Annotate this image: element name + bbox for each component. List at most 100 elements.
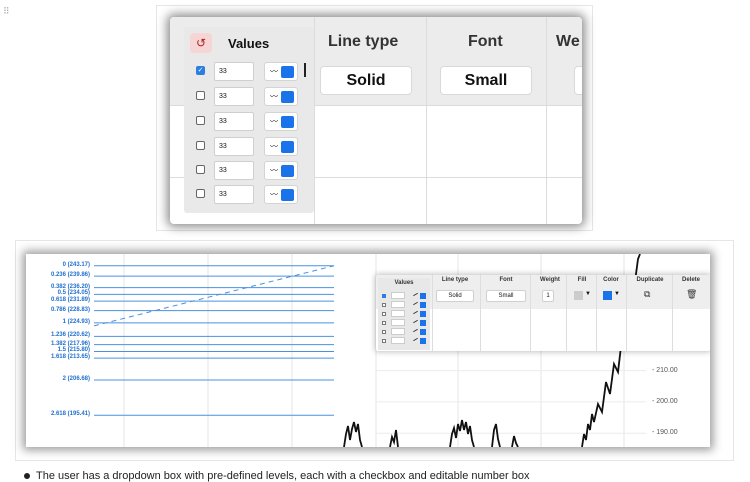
level-checkbox[interactable] <box>382 294 386 298</box>
fib-settings-panel: Values Line type Solid Font Small Weight… <box>376 275 710 351</box>
trash-icon[interactable]: 🗑 <box>686 289 697 300</box>
fib-level-label: 1.618 (213.65) <box>50 354 90 361</box>
value-row: 33 〰 <box>194 137 306 157</box>
line-style-button[interactable]: 〰 <box>264 87 298 106</box>
color-swatch <box>281 189 294 201</box>
color-swatch[interactable] <box>420 320 426 326</box>
line-style-icon <box>413 301 418 306</box>
color-swatch <box>281 165 294 177</box>
mini-line-type-select[interactable]: Solid <box>436 290 474 302</box>
line-style-button[interactable]: 〰 <box>264 112 298 131</box>
fib-settings-zoomed: ↺ Values ✓ 33 〰 33 〰 33 〰 33 〰 33 〰 33 〰… <box>170 17 582 224</box>
color-swatch <box>281 91 294 103</box>
level-value-input[interactable] <box>391 301 405 308</box>
line-style-button[interactable]: 〰 <box>264 161 298 180</box>
fib-level-label: 1 (224.93) <box>62 318 90 325</box>
fib-level-label: 1.382 (217.96) <box>50 340 90 347</box>
mini-weight-header: Weight <box>540 277 560 283</box>
chevron-down-icon[interactable]: ▼ <box>585 291 591 297</box>
color-swatch[interactable] <box>420 311 426 317</box>
level-value-input[interactable]: 33 <box>214 161 254 180</box>
level-checkbox[interactable] <box>196 91 205 100</box>
fib-level-label: 1.236 (220.62) <box>50 332 90 339</box>
level-checkbox[interactable] <box>382 312 386 316</box>
line-type-select[interactable]: Solid <box>320 66 412 95</box>
values-title: Values <box>228 36 270 51</box>
bullet-icon <box>24 473 30 479</box>
font-select[interactable]: Small <box>440 66 532 95</box>
level-checkbox[interactable] <box>382 339 386 343</box>
values-panel: ↺ Values ✓ 33 〰 33 〰 33 〰 33 〰 33 〰 33 〰 <box>184 27 314 213</box>
level-checkbox[interactable] <box>382 330 386 334</box>
price-tick-label: - 190.00 <box>652 429 678 437</box>
value-row: 33 〰 <box>194 87 306 107</box>
level-checkbox[interactable] <box>382 303 386 307</box>
line-style-icon: 〰 <box>270 190 278 199</box>
level-checkbox[interactable] <box>382 321 386 325</box>
price-line-segment <box>389 429 399 447</box>
line-style-button[interactable]: 〰 <box>264 137 298 156</box>
mini-value-row <box>382 310 428 318</box>
line-style-icon <box>413 310 418 315</box>
level-value-input[interactable]: 33 <box>214 112 254 131</box>
mini-weight-input[interactable]: 1 <box>542 290 554 302</box>
price-line-segment <box>343 421 363 447</box>
fill-swatch[interactable] <box>574 291 583 300</box>
color-swatch[interactable] <box>420 302 426 308</box>
mini-value-row <box>382 301 428 309</box>
mini-color-header: Color <box>603 277 619 283</box>
mini-duplicate-header: Duplicate <box>636 277 664 283</box>
color-swatch[interactable] <box>420 329 426 335</box>
chevron-down-icon[interactable]: ▼ <box>614 291 620 297</box>
line-style-button[interactable]: 〰 <box>264 62 298 81</box>
fib-level-label: 0.236 (239.86) <box>50 272 90 279</box>
level-checkbox[interactable] <box>196 141 205 150</box>
mini-values-panel: Values <box>378 278 430 350</box>
level-value-input[interactable]: 33 <box>214 137 254 156</box>
drag-handle-icon[interactable]: ⠿ <box>3 7 10 16</box>
level-value-input[interactable] <box>391 292 405 299</box>
mini-line-type-header: Line type <box>441 277 469 283</box>
level-value-input[interactable] <box>391 328 405 335</box>
color-swatch[interactable] <box>603 291 612 300</box>
level-checkbox[interactable] <box>196 165 205 174</box>
weight-header: We <box>556 33 580 50</box>
reset-icon[interactable]: ↺ <box>190 33 212 53</box>
line-style-icon: 〰 <box>270 142 278 151</box>
color-swatch[interactable] <box>420 338 426 344</box>
mini-value-row <box>382 292 428 300</box>
mini-font-select[interactable]: Small <box>486 290 526 302</box>
color-swatch[interactable] <box>420 293 426 299</box>
price-line-segment <box>511 435 519 447</box>
mini-fill-header: Fill <box>577 277 587 283</box>
color-swatch <box>281 141 294 153</box>
line-style-icon <box>413 292 418 297</box>
level-value-input[interactable]: 33 <box>214 87 254 106</box>
weight-input[interactable] <box>574 66 582 95</box>
fib-level-label: 0.5 (234.05) <box>57 290 90 297</box>
line-type-header: Line type <box>328 33 399 50</box>
font-header: Font <box>468 33 503 50</box>
level-checkbox[interactable] <box>196 116 205 125</box>
duplicate-icon[interactable]: ⧉ <box>644 289 650 300</box>
level-checkbox[interactable] <box>196 189 205 198</box>
mini-value-row <box>382 328 428 336</box>
fib-trend-line <box>93 265 335 327</box>
line-style-icon <box>413 328 418 333</box>
line-style-button[interactable]: 〰 <box>264 185 298 204</box>
price-tick-label: - 200.00 <box>652 397 678 405</box>
level-value-input[interactable] <box>391 310 405 317</box>
level-value-input[interactable] <box>391 319 405 326</box>
mini-value-row <box>382 337 428 345</box>
fib-level-label: 0.786 (228.83) <box>50 306 90 313</box>
scrollbar[interactable] <box>304 63 306 77</box>
line-style-icon: 〰 <box>270 166 278 175</box>
level-checkbox[interactable]: ✓ <box>196 66 205 75</box>
mini-font-header: Font <box>499 277 513 283</box>
fib-level-label: 2 (206.68) <box>62 375 90 382</box>
level-value-input[interactable] <box>391 337 405 344</box>
level-value-input[interactable]: 33 <box>214 185 254 204</box>
chart-screenshot: 0 (243.17) 0.236 (239.86) 0.382 (236.20) 0.… <box>26 254 710 447</box>
mini-value-row <box>382 319 428 327</box>
level-value-input[interactable]: 33 <box>214 62 254 81</box>
